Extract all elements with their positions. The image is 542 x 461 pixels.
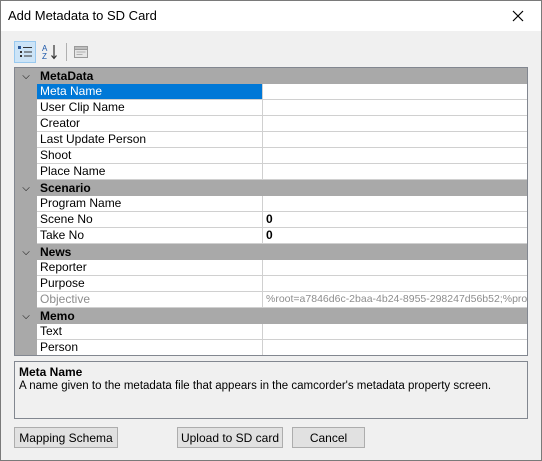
property-value[interactable]	[263, 276, 527, 292]
property-grid-toolbar: A Z	[14, 41, 534, 65]
property-name[interactable]: Text	[37, 324, 263, 340]
property-value[interactable]	[263, 84, 527, 100]
category-label: Scenario	[40, 181, 91, 195]
property-value[interactable]: 0	[263, 212, 527, 228]
property-grid[interactable]: ⌵ MetaData Meta Name User Clip Name Crea…	[14, 67, 528, 356]
row-gutter	[15, 212, 37, 228]
property-row[interactable]: Program Name	[15, 196, 527, 212]
row-gutter	[15, 196, 37, 212]
property-row[interactable]: Creator	[15, 116, 527, 132]
mapping-schema-button[interactable]: Mapping Schema	[14, 427, 118, 448]
chevron-down-icon[interactable]: ⌵	[15, 244, 37, 260]
upload-button[interactable]: Upload to SD card	[177, 427, 283, 448]
property-name[interactable]: Shoot	[37, 148, 263, 164]
dialog-window: Add Metadata to SD Card A Z ⌵ MetaData M…	[0, 0, 542, 461]
row-gutter	[15, 148, 37, 164]
chevron-down-icon[interactable]: ⌵	[15, 308, 37, 324]
row-gutter	[15, 132, 37, 148]
row-gutter	[15, 84, 37, 100]
category-label: MetaData	[40, 69, 94, 83]
property-name[interactable]: Meta Name	[37, 84, 263, 100]
property-name[interactable]: Scene No	[37, 212, 263, 228]
row-gutter	[15, 324, 37, 340]
property-value[interactable]	[263, 148, 527, 164]
row-gutter	[15, 228, 37, 244]
property-value[interactable]: 0	[263, 228, 527, 244]
row-gutter	[15, 164, 37, 180]
categorized-view-button[interactable]	[14, 41, 36, 63]
property-row[interactable]: Reporter	[15, 260, 527, 276]
category-memo[interactable]: ⌵ Memo	[15, 308, 527, 324]
property-value[interactable]	[263, 196, 527, 212]
property-name[interactable]: User Clip Name	[37, 100, 263, 116]
description-panel: Meta Name A name given to the metadata f…	[14, 361, 528, 419]
row-gutter	[15, 276, 37, 292]
property-row[interactable]: Last Update Person	[15, 132, 527, 148]
property-pages-button[interactable]	[70, 41, 92, 63]
property-name[interactable]: Creator	[37, 116, 263, 132]
property-name[interactable]: Last Update Person	[37, 132, 263, 148]
category-metadata[interactable]: ⌵ MetaData	[15, 68, 527, 84]
property-name[interactable]: Objective	[37, 292, 263, 308]
property-row[interactable]: Purpose	[15, 276, 527, 292]
property-name[interactable]: Program Name	[37, 196, 263, 212]
svg-text:Z: Z	[42, 52, 47, 61]
property-name[interactable]: Purpose	[37, 276, 263, 292]
category-label: Memo	[40, 309, 75, 323]
row-gutter	[15, 116, 37, 132]
property-row[interactable]: Person	[15, 340, 527, 355]
title-bar: Add Metadata to SD Card	[1, 1, 541, 31]
row-gutter	[15, 340, 37, 355]
property-row[interactable]: Take No 0	[15, 228, 527, 244]
property-value[interactable]	[263, 260, 527, 276]
property-name[interactable]: Place Name	[37, 164, 263, 180]
property-value[interactable]	[263, 340, 527, 355]
description-text: A name given to the metadata file that a…	[19, 380, 492, 392]
alphabetical-sort-button[interactable]: A Z	[39, 41, 61, 63]
property-value[interactable]	[263, 100, 527, 116]
property-value[interactable]	[263, 116, 527, 132]
property-value[interactable]	[263, 324, 527, 340]
chevron-down-icon[interactable]: ⌵	[15, 68, 37, 84]
categorized-icon	[18, 46, 32, 57]
sort-az-icon: A Z	[42, 44, 57, 61]
property-value[interactable]	[263, 132, 527, 148]
category-scenario[interactable]: ⌵ Scenario	[15, 180, 527, 196]
property-row[interactable]: Meta Name	[15, 84, 527, 100]
property-value[interactable]	[263, 164, 527, 180]
row-gutter	[15, 100, 37, 116]
property-row[interactable]: Place Name	[15, 164, 527, 180]
property-name[interactable]: Reporter	[37, 260, 263, 276]
property-name[interactable]: Take No	[37, 228, 263, 244]
toolbar-separator	[66, 43, 67, 61]
window-title: Add Metadata to SD Card	[8, 8, 157, 23]
category-news[interactable]: ⌵ News	[15, 244, 527, 260]
cancel-button[interactable]: Cancel	[292, 427, 365, 448]
close-icon	[512, 10, 524, 22]
property-row[interactable]: Shoot	[15, 148, 527, 164]
description-title: Meta Name	[19, 365, 83, 379]
property-value[interactable]: %root=a7846d6c-2baa-4b24-8955-298247d56b…	[263, 292, 527, 308]
close-button[interactable]	[495, 1, 541, 31]
category-label: News	[40, 245, 72, 259]
property-row[interactable]: User Clip Name	[15, 100, 527, 116]
row-gutter	[15, 292, 37, 308]
row-gutter	[15, 260, 37, 276]
property-row[interactable]: Scene No 0	[15, 212, 527, 228]
property-row[interactable]: Objective %root=a7846d6c-2baa-4b24-8955-…	[15, 292, 527, 308]
property-row[interactable]: Text	[15, 324, 527, 340]
property-name[interactable]: Person	[37, 340, 263, 355]
chevron-down-icon[interactable]: ⌵	[15, 180, 37, 196]
property-pages-icon	[74, 46, 88, 58]
